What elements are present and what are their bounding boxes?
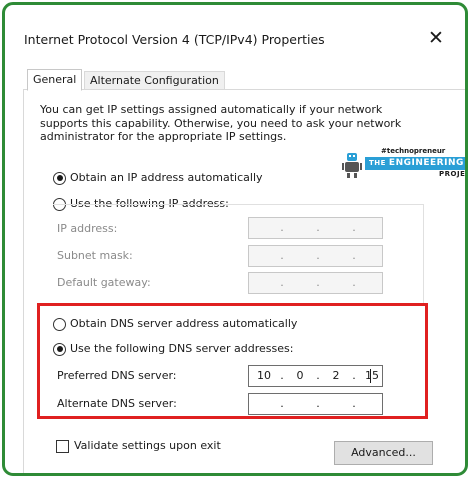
alternate-dns-label: Alternate DNS server: [57, 397, 177, 410]
robot-icon [342, 153, 362, 178]
default-gateway-field: . . . [248, 272, 383, 294]
tab-general[interactable]: General [27, 69, 83, 91]
default-gateway-label: Default gateway: [57, 276, 151, 289]
radio-obtain-dns-auto-label: Obtain DNS server address automatically [70, 317, 298, 330]
radio-use-dns-label: Use the following DNS server addresses: [70, 342, 294, 355]
tab-alternate-configuration[interactable]: Alternate Configuration [84, 71, 225, 90]
screenshot-frame: Internet Protocol Version 4 (TCP/IPv4) P… [2, 2, 468, 476]
subnet-mask-field: . . . [248, 245, 383, 267]
watermark-name: ENGINEERING [388, 158, 464, 168]
watermark-sub: PROJECTS [439, 170, 466, 178]
validate-checkbox[interactable]: Validate settings upon exit [56, 438, 221, 454]
watermark-band: THE ENGINEERING [365, 157, 465, 170]
watermark-logo: #technopreneur THEENGINEERING PROJECTS [331, 147, 466, 183]
advanced-button[interactable]: Advanced... [334, 441, 433, 465]
window-title: Internet Protocol Version 4 (TCP/IPv4) P… [24, 32, 325, 47]
radio-obtain-ip-auto-label: Obtain an IP address automatically [70, 171, 263, 184]
radio-unselected-icon [53, 317, 66, 331]
checkbox-unchecked-icon [56, 439, 69, 453]
tab-alternate-label: Alternate Configuration [90, 74, 219, 87]
subnet-mask-label: Subnet mask: [57, 249, 133, 262]
watermark-handle: #technopreneur [381, 147, 446, 155]
preferred-dns-label: Preferred DNS server: [57, 369, 177, 382]
text-caret [370, 369, 371, 383]
preferred-dns-field[interactable]: 10. 0. 2. 15 [248, 365, 383, 387]
radio-obtain-ip-auto[interactable]: Obtain an IP address automatically [53, 170, 263, 186]
radio-use-dns[interactable]: Use the following DNS server addresses: [53, 341, 293, 357]
alternate-dns-field[interactable]: . . . [248, 393, 383, 415]
watermark-the: THE [369, 159, 386, 167]
radio-obtain-dns-auto[interactable]: Obtain DNS server address automatically [53, 316, 297, 332]
radio-selected-icon [53, 342, 66, 356]
validate-checkbox-label: Validate settings upon exit [74, 439, 221, 452]
ip-address-label: IP address: [57, 222, 118, 235]
tab-general-label: General [33, 73, 77, 86]
description-text: You can get IP settings assigned automat… [40, 103, 402, 143]
ip-address-field: . . . [248, 217, 383, 239]
radio-selected-icon [53, 171, 66, 185]
close-icon: ✕ [428, 27, 444, 49]
close-button[interactable]: ✕ [426, 28, 446, 48]
